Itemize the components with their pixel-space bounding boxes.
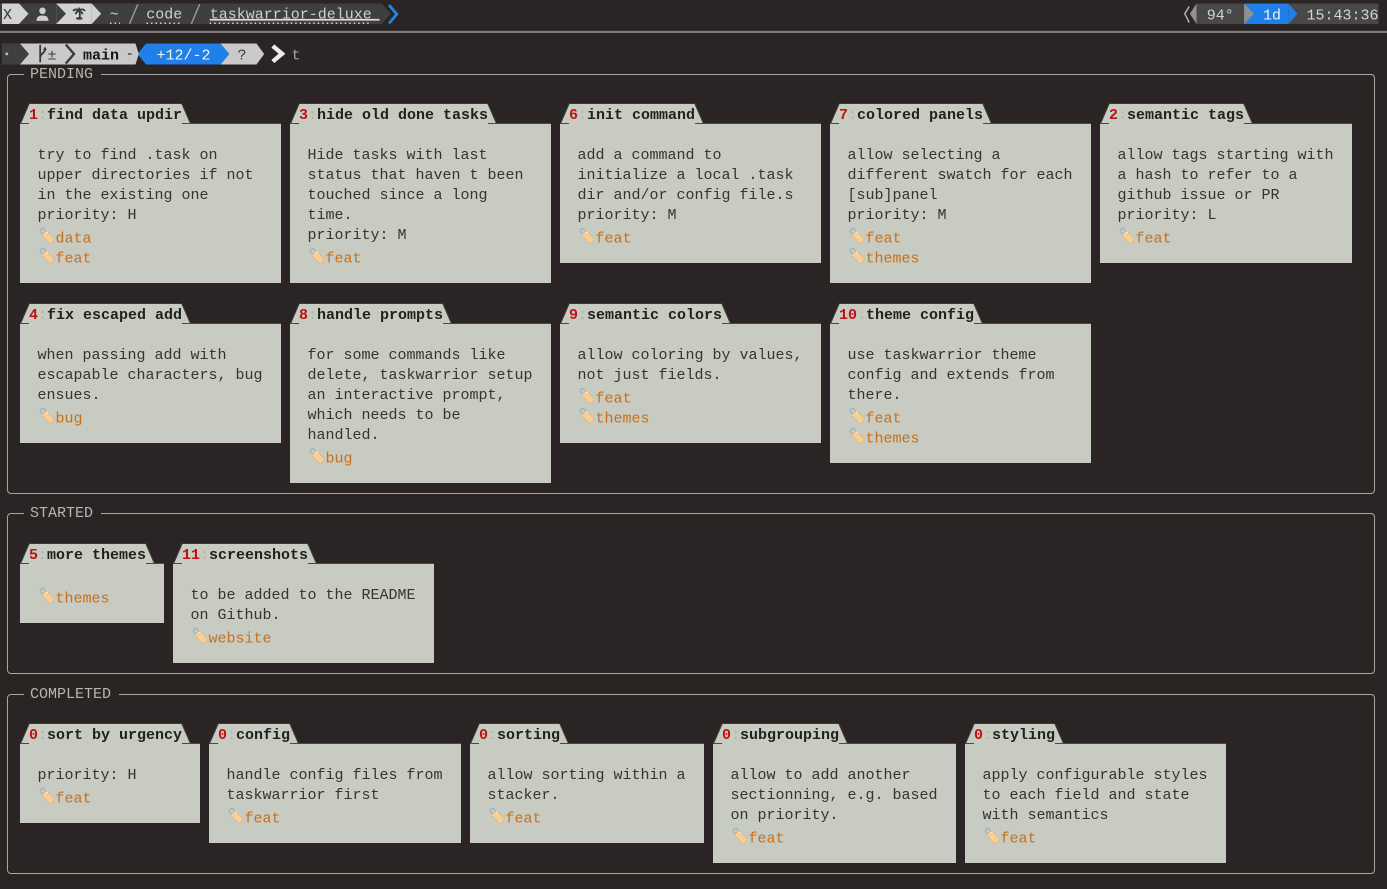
- svg-text:taskwarrior-deluxe: taskwarrior-deluxe: [210, 6, 372, 23]
- svg-text:94°: 94°: [1207, 7, 1234, 24]
- svg-text:t: t: [292, 47, 301, 64]
- svg-text:X: X: [3, 7, 12, 24]
- svg-text:code: code: [146, 6, 182, 23]
- svg-text:15:43:36: 15:43:36: [1307, 7, 1379, 24]
- svg-text:~: ~: [110, 6, 119, 23]
- svg-text:main: main: [83, 47, 119, 64]
- svg-text:+12/-2: +12/-2: [157, 47, 211, 64]
- svg-text:?: ?: [238, 47, 247, 64]
- svg-text:±: ±: [48, 47, 57, 64]
- svg-text:1d: 1d: [1263, 7, 1281, 24]
